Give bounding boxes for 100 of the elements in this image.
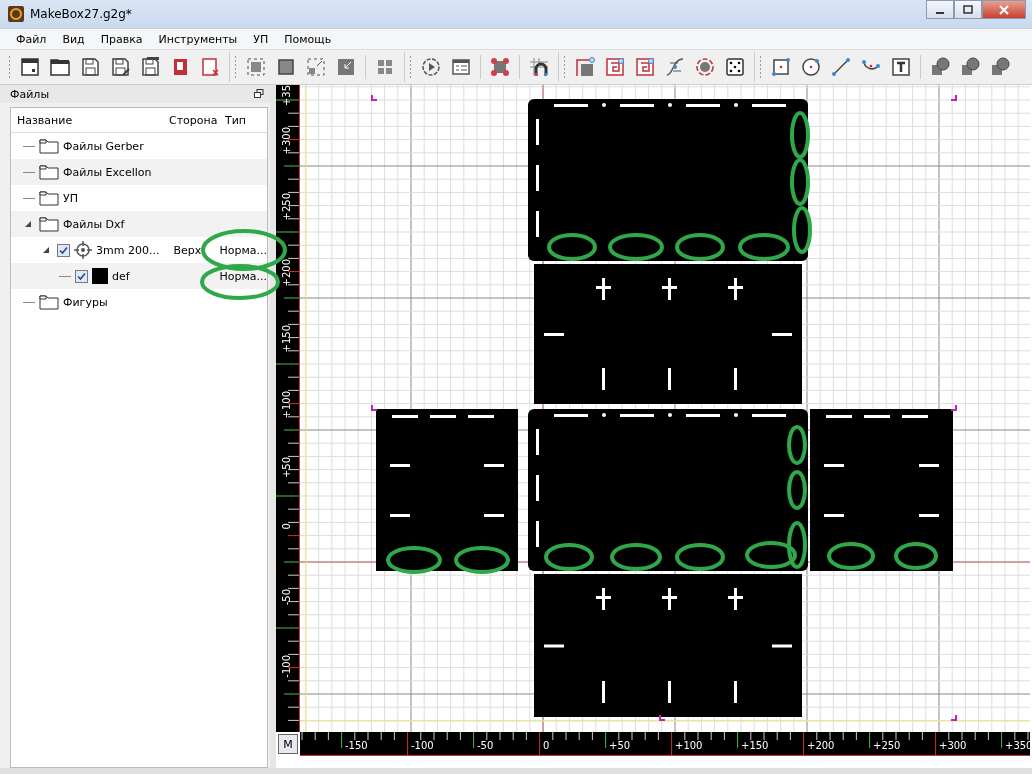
expander-icon[interactable] [43,247,49,253]
ruler-label: +250 [873,740,901,751]
ruler-label: +200 [807,740,835,751]
zoom-extents-icon[interactable] [275,56,297,78]
annotation-ellipse [790,111,810,159]
annotation-ellipse [608,233,664,261]
spiral-square-icon[interactable] [604,56,626,78]
menu-item[interactable]: Вид [54,32,93,46]
ruler-label: +100 [675,740,703,751]
panel-title: Файлы [10,87,50,101]
menu-item[interactable]: Инструменты [150,32,246,46]
offset-square-icon[interactable] [574,56,596,78]
ruler-label: +250 [281,193,292,221]
ruler-label: -100 [411,740,434,751]
close-file-icon[interactable] [199,56,221,78]
annotation-ellipse [738,233,790,261]
units-button[interactable]: M [278,734,298,754]
tree-item-label[interactable]: 3mm 200... [96,243,160,257]
minimize-icon [936,11,944,14]
checkbox[interactable] [57,243,70,257]
expander-icon[interactable] [25,221,31,227]
side-cell: Верх [173,243,202,257]
zoom-fit-icon[interactable] [245,56,267,78]
ruler-label: -150 [345,740,368,751]
ruler-label: -50 [281,589,292,606]
save-as-icon[interactable] [109,56,131,78]
annotation-ellipse [386,546,442,574]
union-icon[interactable] [929,56,951,78]
circle-icon[interactable] [800,56,822,78]
ruler-label: +150 [741,740,769,751]
tree-item-label[interactable]: Файлы Dxf [63,217,125,231]
rectangle-icon[interactable] [770,56,792,78]
type-cell: Норма... [219,269,267,283]
ruler-label: -50 [477,740,494,751]
new-file-icon[interactable] [19,56,41,78]
magnet-grid-icon[interactable] [528,56,550,78]
folder-icon [39,164,59,180]
annotation-ellipse [544,543,594,571]
tree-item-label[interactable]: Фигуры [63,295,108,309]
maximize-icon [963,4,973,15]
checkbox[interactable] [75,269,88,283]
close-icon [999,4,1009,15]
zoom-window-icon[interactable] [305,56,327,78]
annotation-ellipse [675,233,725,261]
tree-item-label[interactable]: Файлы Excellon [63,165,152,179]
text-icon[interactable] [890,56,912,78]
tree-item-label[interactable]: УП [63,191,78,205]
annotation-ellipse [894,542,938,570]
ruler-label: +50 [609,740,631,751]
annotation-ellipse [610,543,662,571]
column-header[interactable]: Тип [219,113,267,127]
menu-item[interactable]: УП [245,32,277,46]
menu-item[interactable]: Правка [92,32,151,46]
ruler-label: +200 [281,259,292,287]
ruler-label: +50 [281,457,292,479]
ruler-label: 0 [543,740,550,751]
ruler-label: +100 [281,391,292,419]
play-icon[interactable] [420,56,442,78]
open-folder-icon[interactable] [49,56,71,78]
annotation-ellipse [790,158,810,206]
spiral-rect-icon[interactable] [634,56,656,78]
folder-icon [39,138,59,154]
annotation-ellipse [675,543,725,571]
float-panel-icon[interactable] [254,89,264,99]
menu-item[interactable]: Помощь [276,32,340,46]
shrink-icon[interactable] [335,56,357,78]
folder-icon [39,216,59,232]
minimize-button[interactable] [926,0,954,19]
annotation-ellipse [792,206,812,254]
annotation-ellipse [827,542,875,570]
target-circle-icon[interactable] [694,56,716,78]
maximize-button[interactable] [954,0,982,19]
column-header[interactable]: Название [11,113,169,127]
app-logo-icon [8,6,24,22]
drawing-canvas[interactable] [300,85,1030,732]
window-title: MakeBox27.g2g* [30,7,132,21]
close-button[interactable] [982,0,1026,19]
layer-color-swatch[interactable] [92,268,108,284]
tree-item-label[interactable]: Файлы Gerber [63,139,144,153]
line-icon[interactable] [830,56,852,78]
ruler-label: +300 [281,127,292,155]
ruler-label: +300 [939,740,967,751]
node-square-icon[interactable] [489,56,511,78]
ruler-label: +35 [281,85,292,107]
tree-item-label[interactable]: def [112,269,130,283]
menu-item[interactable]: Файл [8,32,55,46]
dice-icon[interactable] [724,56,746,78]
type-cell: Норма... [219,243,267,257]
annotation-ellipse [547,233,597,261]
ruler-label: +150 [281,325,292,353]
folder-icon [39,190,59,206]
crosshair-icon [74,241,92,259]
column-header[interactable]: Сторона [169,113,219,127]
list-window-icon[interactable] [450,56,472,78]
curves-icon[interactable] [664,56,686,78]
ruler-label: -100 [281,655,292,678]
save-icon[interactable] [79,56,101,78]
annotation-ellipse [454,546,510,574]
annotation-ellipse [787,470,807,510]
save-copy-icon[interactable] [139,56,161,78]
